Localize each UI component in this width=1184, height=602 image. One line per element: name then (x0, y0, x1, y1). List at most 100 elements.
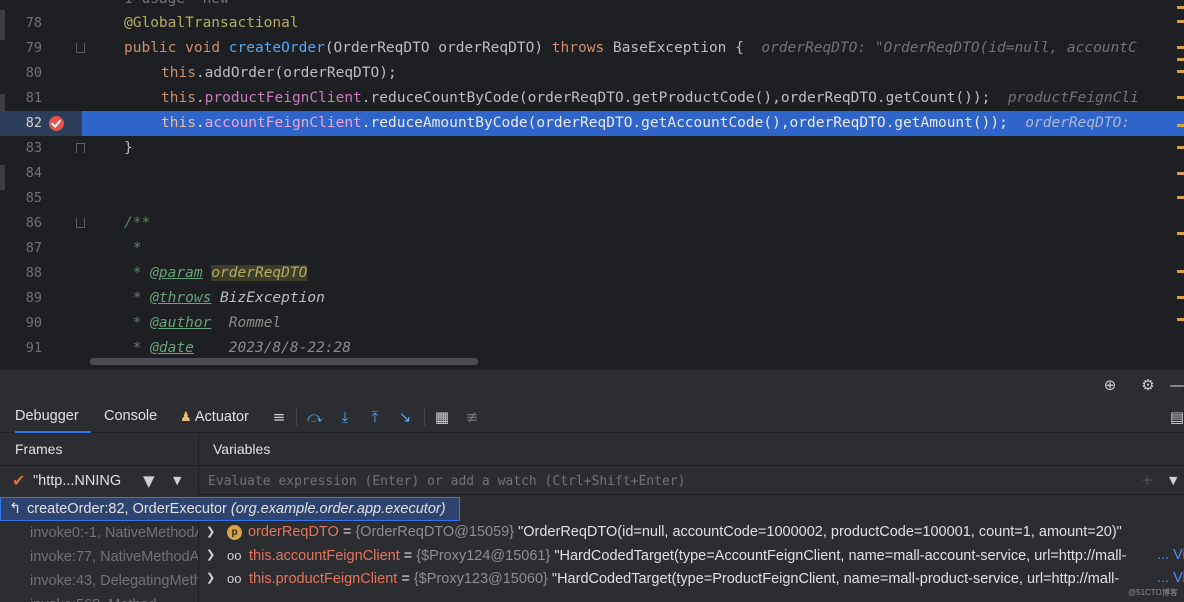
javadoc-value: BizException (211, 290, 325, 306)
error-stripe-marker[interactable] (1177, 296, 1184, 299)
variable-name: this.accountFeignClient (249, 548, 400, 564)
error-stripe-marker[interactable] (1177, 96, 1184, 99)
equals-sign: = (397, 571, 414, 587)
tab-console[interactable]: Console (104, 401, 157, 433)
chevron-down-icon[interactable]: ▼ (173, 472, 187, 490)
error-stripe-marker[interactable] (1177, 196, 1184, 199)
stack-frame[interactable]: invoke0:-1, NativeMethodAccessorImpl (0, 521, 198, 545)
gear-icon[interactable]: ⚙ (1139, 376, 1157, 394)
frame-package: (org.example.order.app.executor) (230, 501, 446, 517)
code-line-83[interactable]: } (124, 136, 133, 161)
watch-glasses-icon: oo (227, 571, 242, 586)
error-stripe-marker[interactable] (1177, 46, 1184, 49)
chevron-right-icon[interactable]: ❯ (206, 567, 218, 590)
chevron-right-icon[interactable]: ❯ (206, 521, 218, 544)
chevron-right-icon[interactable]: ❯ (206, 544, 218, 567)
inline-value-hint: orderReqDTO: "OrderReqDTO(id=null, accou… (761, 40, 1137, 56)
code-editor[interactable]: 78 79 80 81 82 83 84 85 86 87 88 89 90 9… (0, 0, 1184, 369)
error-stripe-marker[interactable] (1177, 20, 1184, 23)
keyword: this (161, 115, 196, 131)
trace-stream-icon[interactable]: ≢ (463, 408, 481, 426)
error-stripe-marker[interactable] (1177, 70, 1184, 73)
code-line-89[interactable]: * @throws BizException (124, 286, 325, 311)
inline-value-hint: productFeignCli (1007, 90, 1139, 106)
code-line-80[interactable]: this.addOrder(orderReqDTO); (161, 61, 397, 86)
code-line-86[interactable]: /** (124, 211, 150, 236)
minimize-icon[interactable]: — (1168, 376, 1184, 394)
code-line-81[interactable]: this.productFeignClient.reduceCountByCod… (161, 86, 1139, 111)
variable-row[interactable]: ❯ oo this.accountFeignClient = {$Proxy124… (199, 544, 1184, 567)
step-out-icon[interactable]: ⤒ (366, 408, 384, 426)
evaluate-expression-input[interactable] (208, 470, 1128, 492)
actuator-icon: ♟ (180, 409, 192, 424)
code-line-88[interactable]: * @param orderReqDTO (124, 261, 308, 286)
equals-sign: = (399, 548, 417, 564)
evaluate-expression-icon[interactable]: ▦ (433, 408, 451, 426)
method-name: createOrder (228, 40, 325, 56)
debug-tab-bar: Debugger Console ♟ Actuator ≡ ⤼ ⤓ ⤒ ↘ ▦ … (0, 401, 1184, 433)
javadoc-value: Rommel (211, 315, 282, 331)
keyword: void (185, 40, 221, 56)
method-call: .reduceAmountByCode(orderReqDTO.getAccou… (361, 115, 1008, 131)
variable-row[interactable]: ❯ p orderReqDTO = {OrderReqDTO@15059} "Or… (199, 521, 1184, 544)
horizontal-scrollbar[interactable] (90, 358, 478, 365)
tab-debugger[interactable]: Debugger (15, 401, 91, 433)
equals-sign: = (338, 524, 356, 540)
evaluate-bar: + ▼ (199, 465, 1184, 495)
keyword: public (124, 40, 177, 56)
error-stripe-marker[interactable] (1177, 6, 1184, 9)
fold-marker-icon[interactable] (76, 218, 85, 228)
code-line-79[interactable]: public void createOrder(OrderReqDTO orde… (124, 36, 1137, 61)
code-line-82[interactable]: this.accountFeignClient.reduceAmountByCo… (161, 111, 1130, 136)
variable-name: this.productFeignClient (249, 571, 398, 587)
stack-frame[interactable]: invoke:77, NativeMethodAccessorImpl (0, 545, 198, 569)
code-line-90[interactable]: * @author Rommel (124, 311, 281, 336)
comment-star: * (124, 340, 151, 356)
line-number: 87 (25, 240, 42, 256)
stack-frame[interactable]: invoke:43, DelegatingMethodAccessorImpl (0, 569, 198, 593)
line-number: 90 (25, 315, 42, 331)
error-stripe-marker[interactable] (1177, 124, 1184, 127)
chevron-down-icon[interactable]: ▼ (1169, 472, 1183, 490)
breakpoint-icon[interactable] (49, 116, 64, 131)
stack-frame[interactable]: invoke:568, Method (0, 593, 198, 602)
error-stripe-marker[interactable] (1177, 172, 1184, 175)
line-number: 81 (25, 90, 42, 106)
step-into-icon[interactable]: ⤓ (336, 408, 354, 426)
comment-star: * (124, 315, 151, 331)
error-stripe-marker[interactable] (1177, 146, 1184, 149)
error-stripe-marker[interactable] (1177, 232, 1184, 235)
frame-method: createOrder:82, OrderExecutor (27, 501, 227, 517)
javadoc-tag: @param (150, 265, 203, 281)
code-line-78[interactable]: @GlobalTransactional (124, 11, 299, 36)
code-line-87[interactable]: * (124, 236, 142, 261)
variable-value: "OrderReqDTO(id=null, accountCode=100000… (514, 524, 1122, 540)
tab-actuator[interactable]: ♟ Actuator (180, 401, 249, 433)
layout-icon[interactable]: ▤ (1168, 408, 1184, 426)
line-number: 79 (25, 40, 42, 56)
add-watch-icon[interactable]: + (1141, 471, 1155, 489)
step-over-icon[interactable]: ⤼ (306, 408, 324, 426)
variable-type: {OrderReqDTO@15059} (355, 524, 515, 540)
crosshair-icon[interactable]: ⊕ (1101, 376, 1119, 394)
view-link[interactable]: ... View (1157, 544, 1184, 567)
line-number: 83 (25, 140, 42, 156)
error-stripe-marker[interactable] (1177, 318, 1184, 321)
filter-icon[interactable]: ▼ (143, 472, 159, 490)
thread-selector[interactable]: ✔ "http...NNING ▼ ▼ (0, 465, 198, 495)
keyword: throws (551, 40, 605, 56)
run-to-cursor-icon[interactable]: ↘ (396, 408, 414, 426)
error-stripe-marker[interactable] (1177, 270, 1184, 273)
method-call: .addOrder(orderReqDTO); (195, 65, 397, 81)
field-name: accountFeignClient (204, 115, 362, 131)
debug-panel-header: ⊕ ⚙ — (0, 369, 1184, 401)
fold-marker-icon[interactable] (76, 43, 85, 53)
hamburger-menu-icon[interactable]: ≡ (270, 408, 288, 426)
stack-frame-selected[interactable]: ↰ createOrder:82, OrderExecutor (org.exam… (0, 497, 460, 521)
check-icon: ✔ (12, 471, 26, 490)
fold-end-marker-icon[interactable] (76, 143, 85, 153)
inline-value-hint: orderReqDTO: (1025, 115, 1131, 131)
variable-row[interactable]: ❯ oo this.productFeignClient = {$Proxy123… (199, 567, 1184, 590)
field-name: productFeignClient (204, 90, 362, 106)
error-stripe-marker[interactable] (1177, 58, 1184, 61)
